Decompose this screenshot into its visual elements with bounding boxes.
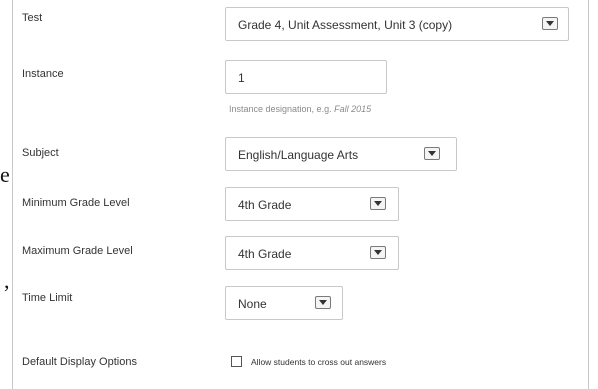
background-text-fragment: e (0, 162, 10, 187)
min-grade-select-value: 4th Grade (238, 198, 292, 212)
assessment-settings-form: Test Grade 4, Unit Assessment, Unit 3 (c… (12, 0, 589, 389)
subject-select[interactable]: English/Language Arts (225, 137, 457, 171)
instance-hint-text: Instance designation, e.g. (229, 104, 332, 114)
time-limit-select-value: None (238, 297, 267, 311)
min-grade-label: Minimum Grade Level (22, 197, 130, 209)
max-grade-dropdown-button[interactable] (370, 246, 386, 259)
instance-input[interactable]: 1 (225, 60, 387, 94)
instance-label: Instance (22, 68, 64, 80)
chevron-down-icon (374, 250, 382, 255)
test-dropdown-button[interactable] (542, 17, 558, 30)
time-limit-select[interactable]: None (225, 286, 343, 320)
chevron-down-icon (546, 21, 554, 26)
instance-hint-example: Fall 2015 (334, 104, 372, 114)
test-select[interactable]: Grade 4, Unit Assessment, Unit 3 (copy) (225, 7, 569, 41)
min-grade-dropdown-button[interactable] (370, 197, 386, 210)
time-limit-dropdown-button[interactable] (315, 296, 331, 309)
time-limit-label: Time Limit (22, 292, 73, 304)
max-grade-select[interactable]: 4th Grade (225, 236, 399, 270)
subject-select-value: English/Language Arts (238, 148, 359, 162)
cross-out-answers-checkbox[interactable] (231, 356, 242, 367)
instance-hint: Instance designation, e.g. Fall 2015 (229, 104, 371, 114)
subject-dropdown-button[interactable] (424, 147, 440, 160)
test-label: Test (22, 12, 43, 24)
chevron-down-icon (374, 201, 382, 206)
cross-out-answers-label[interactable]: Allow students to cross out answers (251, 357, 386, 367)
test-select-value: Grade 4, Unit Assessment, Unit 3 (copy) (238, 18, 453, 32)
chevron-down-icon (319, 300, 327, 305)
min-grade-select[interactable]: 4th Grade (225, 187, 399, 221)
subject-label: Subject (22, 147, 59, 159)
display-options-label: Default Display Options (22, 356, 137, 368)
chevron-down-icon (428, 151, 436, 156)
instance-input-value: 1 (238, 71, 245, 85)
max-grade-label: Maximum Grade Level (22, 245, 133, 257)
max-grade-select-value: 4th Grade (238, 247, 292, 261)
background-text-fragment: , (4, 268, 10, 293)
